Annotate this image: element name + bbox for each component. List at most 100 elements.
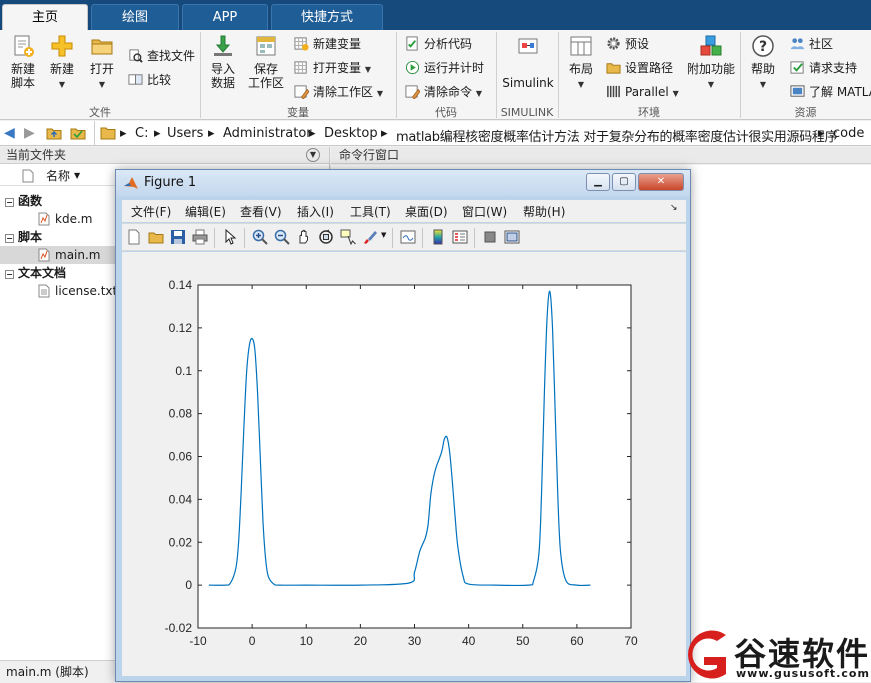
new-figure-icon[interactable] (126, 229, 142, 245)
maximize-button[interactable]: ▢ (612, 173, 636, 191)
learn-matlab-button[interactable]: 了解 MATLAB (790, 82, 871, 102)
resources-group-label: 资源 (794, 106, 817, 119)
figure-window[interactable]: Figure 1 ▁ ▢ ✕ 文件(F) 编辑(E) 查看(V) 插入(I) 工… (115, 169, 691, 682)
tree-group-text-docs[interactable]: − 文本文档 (0, 264, 66, 282)
find-files-button[interactable]: 查找文件 (128, 46, 195, 66)
pan-icon[interactable] (296, 229, 312, 245)
help-button[interactable]: ? 帮助 ▼ (746, 34, 780, 92)
menu-desktop[interactable]: 桌面(D) (405, 203, 448, 220)
crumb-users[interactable]: Users (167, 126, 203, 141)
crumb-separator-icon: ▸ (154, 126, 161, 141)
open-variable-button[interactable]: 打开变量 ▼ (294, 58, 371, 78)
crumb-drive[interactable]: C: (135, 126, 148, 141)
tab-home[interactable]: 主页 (2, 4, 88, 30)
add-ons-dropdown-icon: ▼ (707, 80, 715, 89)
run-and-time-button[interactable]: 运行并计时 (405, 58, 484, 78)
collapse-icon[interactable]: − (5, 198, 14, 207)
menu-help[interactable]: 帮助(H) (523, 203, 565, 220)
figure-menubar: 文件(F) 编辑(E) 查看(V) 插入(I) 工具(T) 桌面(D) 窗口(W… (122, 200, 686, 222)
tab-apps[interactable]: APP (182, 4, 268, 30)
panel-actions-icon[interactable]: ▼ (306, 148, 320, 162)
show-plot-tools-icon[interactable] (504, 229, 520, 245)
back-arrow-icon[interactable]: ◀ (4, 125, 15, 141)
simulink-button[interactable]: Simulink (502, 34, 554, 90)
legend-icon[interactable] (452, 229, 468, 245)
name-column-header[interactable]: 名称 ▼ (0, 166, 118, 186)
crumb-separator-icon: ▸ (309, 126, 316, 141)
menu-view[interactable]: 查看(V) (240, 203, 282, 220)
compare-button[interactable]: 比较 (128, 70, 171, 90)
open-file-icon[interactable] (148, 229, 164, 245)
up-folder-icon[interactable] (46, 125, 62, 141)
menu-window[interactable]: 窗口(W) (462, 203, 507, 220)
figure-canvas[interactable]: -10 0 10 20 30 40 50 60 70 -0.02 0 0.02 0.04 0.06 0.08… (122, 252, 686, 676)
clear-commands-button[interactable]: 清除命令 ▼ (405, 82, 482, 102)
new-script-button[interactable]: 新建 脚本 (6, 34, 40, 90)
request-support-button[interactable]: 请求支持 (790, 58, 857, 78)
y-tick-label: 0.1 (175, 364, 192, 378)
simulink-icon (518, 38, 538, 54)
tree-group-scripts[interactable]: − 脚本 (0, 228, 42, 246)
x-tick-label: 70 (624, 634, 638, 648)
clear-workspace-button[interactable]: 清除工作区 ▼ (294, 82, 383, 102)
help-label: 帮助 (750, 62, 775, 76)
parallel-button[interactable]: Parallel ▼ (606, 82, 679, 102)
forward-arrow-icon[interactable]: ▶ (24, 125, 35, 141)
find-files-label: 查找文件 (147, 49, 196, 63)
figure-titlebar[interactable]: Figure 1 ▁ ▢ ✕ (116, 170, 690, 196)
open-button[interactable]: 打开 ▼ (86, 34, 118, 92)
menu-insert[interactable]: 插入(I) (297, 203, 334, 220)
crumb-code[interactable]: code (833, 126, 864, 141)
set-path-button[interactable]: 设置路径 (606, 58, 673, 78)
menu-edit[interactable]: 编辑(E) (185, 203, 226, 220)
status-bar: main.m (脚本) (0, 660, 118, 682)
run-and-time-label: 运行并计时 (424, 61, 485, 75)
crumb-desktop[interactable]: Desktop (324, 126, 378, 141)
rotate-icon[interactable] (318, 229, 334, 245)
kde-line-chart[interactable]: -10 0 10 20 30 40 50 60 70 -0.02 0 0.02 0.04 0.06 0.08… (122, 252, 686, 676)
zoom-in-icon[interactable] (252, 229, 268, 245)
tree-file-kde[interactable]: kde.m (0, 210, 92, 228)
close-button[interactable]: ✕ (638, 173, 684, 191)
minimize-button[interactable]: ▁ (586, 173, 610, 191)
menu-file[interactable]: 文件(F) (131, 203, 171, 220)
sort-caret-icon: ▼ (74, 171, 81, 180)
preferences-button[interactable]: 预设 (606, 34, 649, 54)
undock-arrow-icon[interactable]: ↘ (670, 203, 678, 213)
menu-tools[interactable]: 工具(T) (350, 203, 391, 220)
tree-file-main[interactable]: main.m (0, 246, 118, 264)
link-icon[interactable] (400, 229, 416, 245)
browse-folder-icon[interactable] (70, 125, 86, 141)
tab-shortcuts[interactable]: 快捷方式 (271, 4, 383, 30)
crumb-administrator[interactable]: Administrator (223, 126, 312, 141)
layout-button[interactable]: 布局 ▼ (564, 34, 598, 92)
add-ons-button[interactable]: 附加功能 ▼ (686, 34, 736, 92)
analyze-code-button[interactable]: 分析代码 (405, 34, 472, 54)
data-cursor-icon[interactable] (340, 229, 356, 245)
save-icon[interactable] (170, 229, 186, 245)
save-workspace-button[interactable]: 保存 工作区 (246, 34, 286, 90)
tree-file-license[interactable]: license.txt (0, 282, 117, 300)
gear-icon (607, 37, 620, 50)
brush-dropdown-icon[interactable]: ▼ (381, 231, 386, 239)
print-icon[interactable] (192, 229, 208, 245)
colorbar-icon[interactable] (430, 229, 446, 245)
hide-plot-tools-icon[interactable] (482, 229, 498, 245)
pointer-icon[interactable] (222, 229, 238, 245)
new-button[interactable]: 新建 ▼ (46, 34, 78, 92)
x-tick-label: 40 (462, 634, 476, 648)
open-folder-icon (91, 39, 113, 55)
tree-group-functions[interactable]: − 函数 (0, 192, 42, 210)
toolbar-separator (214, 228, 215, 248)
y-tick-label: -0.02 (165, 621, 193, 635)
collapse-icon[interactable]: − (5, 234, 14, 243)
crumb-project-folder[interactable]: matlab编程核密度概率估计方法 对于复杂分布的概率密度估计很实用源码程序 (396, 126, 838, 145)
community-button[interactable]: 社区 (790, 34, 833, 54)
tab-plots[interactable]: 绘图 (91, 4, 179, 30)
collapse-icon[interactable]: − (5, 270, 14, 279)
brush-icon[interactable] (362, 229, 378, 245)
import-data-button[interactable]: 导入 数据 (206, 34, 240, 90)
zoom-out-icon[interactable] (274, 229, 290, 245)
new-variable-button[interactable]: 新建变量 (294, 34, 361, 54)
learn-matlab-icon (790, 85, 805, 97)
